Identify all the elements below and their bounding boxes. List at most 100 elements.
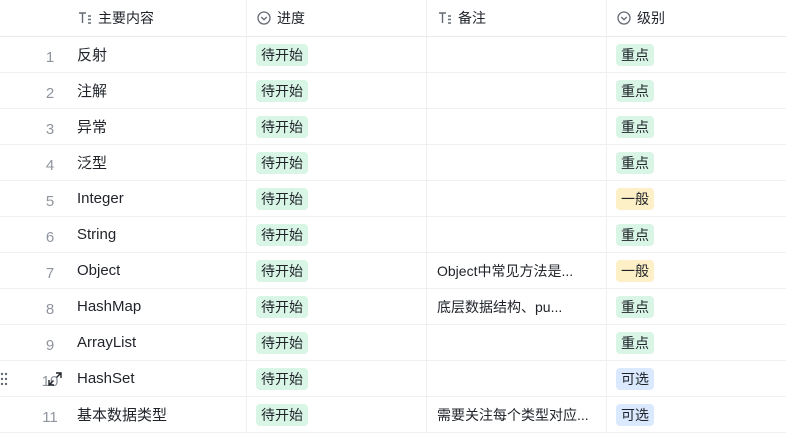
table-row[interactable]: 10 HashSet 待开始 可选	[0, 361, 786, 397]
row-index-cell: 11	[0, 397, 67, 432]
main-content-text: String	[77, 226, 117, 243]
column-title: 主要内容	[98, 10, 154, 26]
progress-tag: 待开始	[256, 151, 308, 174]
table-row[interactable]: 4 泛型 待开始 重点	[0, 145, 786, 181]
progress-cell[interactable]: 待开始	[247, 37, 427, 72]
row-index-cell: 8	[0, 289, 67, 324]
main-content-cell[interactable]: HashMap	[67, 289, 247, 324]
progress-cell[interactable]: 待开始	[247, 289, 427, 324]
level-cell[interactable]: 可选	[607, 361, 786, 396]
level-cell[interactable]: 重点	[607, 145, 786, 180]
main-content-cell[interactable]: Integer	[67, 181, 247, 216]
note-cell[interactable]: 底层数据结构、pu...	[427, 289, 607, 324]
progress-tag: 待开始	[256, 259, 308, 282]
table-row[interactable]: 8 HashMap 待开始 底层数据结构、pu... 重点	[0, 289, 786, 325]
table-row[interactable]: 6 String 待开始 重点	[0, 217, 786, 253]
level-cell[interactable]: 一般	[607, 253, 786, 288]
table-row[interactable]: 1 反射 待开始 重点	[0, 37, 786, 73]
row-number: 9	[45, 337, 55, 354]
progress-cell[interactable]: 待开始	[247, 217, 427, 252]
note-cell[interactable]	[427, 145, 607, 180]
level-cell[interactable]: 重点	[607, 217, 786, 252]
note-cell[interactable]	[427, 361, 607, 396]
table-row[interactable]: 5 Integer 待开始 一般	[0, 181, 786, 217]
main-content-cell[interactable]: 基本数据类型	[67, 397, 247, 432]
level-tag: 重点	[616, 79, 654, 102]
note-cell[interactable]	[427, 109, 607, 144]
table-row[interactable]: 3 异常 待开始 重点	[0, 109, 786, 145]
row-index-cell: 5	[0, 181, 67, 216]
progress-tag: 待开始	[256, 331, 308, 354]
main-content-cell[interactable]: ArrayList	[67, 325, 247, 360]
progress-cell[interactable]: 待开始	[247, 109, 427, 144]
level-tag: 重点	[616, 331, 654, 354]
main-content-text: Integer	[77, 190, 124, 207]
expand-icon[interactable]	[47, 371, 63, 387]
progress-tag: 待开始	[256, 295, 308, 318]
row-index-cell: 6	[0, 217, 67, 252]
level-tag: 重点	[616, 151, 654, 174]
header-progress[interactable]: 进度	[247, 0, 427, 36]
main-content-cell[interactable]: HashSet	[67, 361, 247, 396]
note-cell[interactable]	[427, 325, 607, 360]
progress-tag: 待开始	[256, 115, 308, 138]
note-cell[interactable]: Object中常见方法是...	[427, 253, 607, 288]
table-row[interactable]: 9 ArrayList 待开始 重点	[0, 325, 786, 361]
header-note[interactable]: 备注	[427, 0, 607, 36]
progress-cell[interactable]: 待开始	[247, 73, 427, 108]
row-index-cell: 7	[0, 253, 67, 288]
main-content-cell[interactable]: 注解	[67, 73, 247, 108]
level-cell[interactable]: 重点	[607, 289, 786, 324]
text-field-icon	[77, 11, 92, 26]
row-number: 5	[45, 193, 55, 210]
progress-cell[interactable]: 待开始	[247, 253, 427, 288]
level-cell[interactable]: 重点	[607, 325, 786, 360]
single-select-icon	[256, 11, 271, 26]
table-row[interactable]: 2 注解 待开始 重点	[0, 73, 786, 109]
row-number: 4	[45, 157, 55, 174]
progress-tag: 待开始	[256, 367, 308, 390]
level-cell[interactable]: 重点	[607, 73, 786, 108]
note-cell[interactable]	[427, 217, 607, 252]
level-tag: 重点	[616, 115, 654, 138]
note-text: 底层数据结构、pu...	[437, 298, 563, 315]
note-cell[interactable]	[427, 37, 607, 72]
progress-cell[interactable]: 待开始	[247, 145, 427, 180]
main-content-cell[interactable]: 异常	[67, 109, 247, 144]
column-title: 级别	[637, 10, 665, 26]
level-tag: 可选	[616, 403, 654, 426]
progress-cell[interactable]: 待开始	[247, 181, 427, 216]
main-content-cell[interactable]: 反射	[67, 37, 247, 72]
table-row[interactable]: 7 Object 待开始 Object中常见方法是... 一般	[0, 253, 786, 289]
table-header: 主要内容 进度 备注 级别	[0, 0, 786, 37]
progress-cell[interactable]: 待开始	[247, 361, 427, 396]
main-content-cell[interactable]: 泛型	[67, 145, 247, 180]
row-index-cell: 2	[0, 73, 67, 108]
row-index-cell: 1	[0, 37, 67, 72]
progress-tag: 待开始	[256, 223, 308, 246]
level-cell[interactable]: 重点	[607, 109, 786, 144]
header-main-content[interactable]: 主要内容	[67, 0, 247, 36]
level-cell[interactable]: 重点	[607, 37, 786, 72]
note-cell[interactable]: 需要关注每个类型对应...	[427, 397, 607, 432]
main-content-cell[interactable]: String	[67, 217, 247, 252]
data-table: 主要内容 进度 备注 级别 1 反射 待开始 重点 2 注解 待开始 重点 3 …	[0, 0, 786, 433]
level-tag: 重点	[616, 295, 654, 318]
main-content-cell[interactable]: Object	[67, 253, 247, 288]
row-index-cell: 4	[0, 145, 67, 180]
progress-cell[interactable]: 待开始	[247, 325, 427, 360]
main-content-text: ArrayList	[77, 334, 137, 351]
level-tag: 一般	[616, 187, 654, 210]
level-cell[interactable]: 可选	[607, 397, 786, 432]
main-content-text: 泛型	[77, 155, 108, 172]
drag-handle-icon[interactable]	[0, 372, 8, 386]
column-title: 进度	[277, 10, 305, 26]
note-text: Object中常见方法是...	[437, 262, 574, 279]
table-row[interactable]: 11 基本数据类型 待开始 需要关注每个类型对应... 可选	[0, 397, 786, 433]
note-cell[interactable]	[427, 73, 607, 108]
header-level[interactable]: 级别	[607, 0, 786, 36]
progress-cell[interactable]: 待开始	[247, 397, 427, 432]
progress-tag: 待开始	[256, 403, 308, 426]
level-cell[interactable]: 一般	[607, 181, 786, 216]
note-cell[interactable]	[427, 181, 607, 216]
